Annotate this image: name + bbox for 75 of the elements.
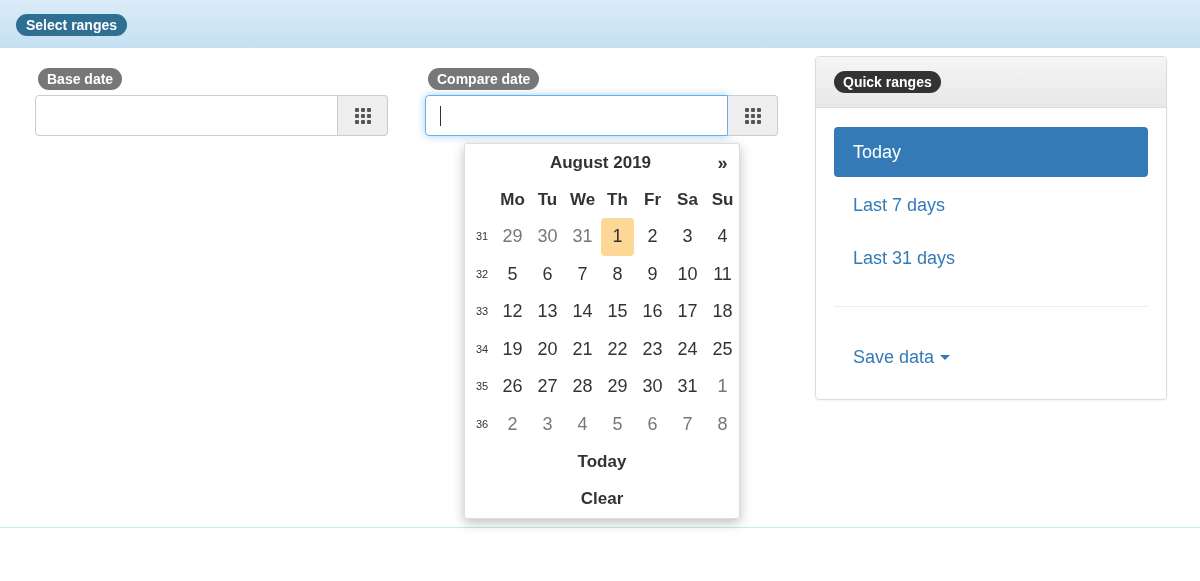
calendar-button[interactable]: Today — [465, 443, 739, 480]
caret-icon — [940, 354, 951, 360]
date-input-field[interactable] — [35, 95, 338, 136]
day-cell[interactable]: 9 — [636, 255, 669, 293]
day-cell[interactable]: 10 — [671, 255, 704, 293]
weekday-header: Sa — [676, 189, 699, 211]
day-cell[interactable]: 19 — [496, 330, 529, 368]
weekday-header: Mo — [499, 189, 526, 211]
day-cell[interactable]: 31 — [671, 368, 704, 406]
day-cell[interactable]: 12 — [496, 293, 529, 331]
day-cell[interactable]: 18 — [706, 293, 739, 331]
calendar-grid-icon — [744, 107, 761, 124]
week-number: 32 — [474, 266, 490, 282]
week-number: 36 — [474, 416, 490, 432]
day-cell[interactable]: 1 — [706, 368, 739, 406]
quick-range-item[interactable]: Last 31 days — [834, 233, 1148, 283]
week-number: 31 — [474, 229, 490, 244]
month-title[interactable]: August 2019 — [495, 145, 670, 181]
day-cell[interactable]: 15 — [601, 293, 634, 331]
quick-range-item[interactable]: Last 7 days — [834, 180, 1148, 230]
panel-title-badge: Quick ranges — [834, 71, 941, 93]
day-cell[interactable]: 1 — [601, 218, 634, 256]
day-cell[interactable]: 24 — [671, 330, 704, 368]
day-cell[interactable]: 13 — [531, 293, 564, 331]
calendar-button[interactable] — [338, 95, 388, 136]
week-number: 35 — [474, 379, 490, 394]
weekday-header: Fr — [643, 189, 662, 211]
calendar-grid-icon — [354, 107, 371, 124]
day-cell[interactable]: 23 — [636, 330, 669, 368]
save-data-dropdown[interactable]: Save data — [834, 332, 951, 382]
week-number: 34 — [474, 341, 490, 357]
day-cell[interactable]: 17 — [671, 293, 704, 331]
next-month-button[interactable]: » — [705, 145, 740, 181]
calendar-button[interactable] — [728, 95, 778, 136]
day-cell[interactable]: 3 — [671, 218, 704, 256]
day-cell[interactable]: 5 — [601, 405, 634, 443]
day-cell[interactable]: 20 — [531, 330, 564, 368]
field-label: Compare date — [428, 68, 540, 90]
day-cell[interactable]: 29 — [496, 218, 529, 256]
day-cell[interactable]: 2 — [496, 405, 529, 443]
day-cell[interactable]: 26 — [496, 368, 529, 406]
weekday-header: Su — [710, 189, 735, 211]
day-cell[interactable]: 7 — [671, 405, 704, 443]
day-cell[interactable]: 27 — [531, 368, 564, 406]
date-input-field[interactable] — [425, 95, 728, 136]
day-cell[interactable]: 22 — [601, 330, 634, 368]
day-cell[interactable]: 31 — [566, 218, 599, 256]
day-cell[interactable]: 30 — [531, 218, 564, 256]
day-cell[interactable]: 8 — [601, 255, 634, 293]
day-cell[interactable]: 4 — [706, 218, 739, 256]
day-cell[interactable]: 28 — [566, 368, 599, 406]
day-cell[interactable]: 25 — [706, 330, 739, 368]
calendar-button[interactable]: Clear — [465, 480, 739, 517]
day-cell[interactable]: 11 — [706, 255, 739, 293]
day-cell[interactable]: 30 — [636, 368, 669, 406]
day-cell[interactable]: 16 — [636, 293, 669, 331]
text-cursor — [440, 105, 441, 126]
quick-range-item[interactable]: Today — [834, 127, 1148, 177]
section-badge: Select ranges — [16, 14, 128, 36]
day-cell[interactable]: 14 — [566, 293, 599, 331]
day-cell[interactable]: 6 — [531, 255, 564, 293]
weekday-header: Th — [606, 189, 629, 211]
day-cell[interactable]: 7 — [566, 255, 599, 293]
day-cell[interactable]: 4 — [566, 405, 599, 443]
day-cell[interactable]: 6 — [636, 405, 669, 443]
day-cell[interactable]: 8 — [706, 405, 739, 443]
week-number: 33 — [474, 304, 490, 319]
day-cell[interactable]: 5 — [496, 255, 529, 293]
day-cell[interactable]: 21 — [566, 330, 599, 368]
field-label: Base date — [38, 68, 123, 90]
day-cell[interactable]: 3 — [531, 405, 564, 443]
weekday-header: We — [568, 189, 597, 211]
day-cell[interactable]: 2 — [636, 218, 669, 256]
day-cell[interactable]: 29 — [601, 368, 634, 406]
weekday-header: Tu — [536, 189, 559, 211]
